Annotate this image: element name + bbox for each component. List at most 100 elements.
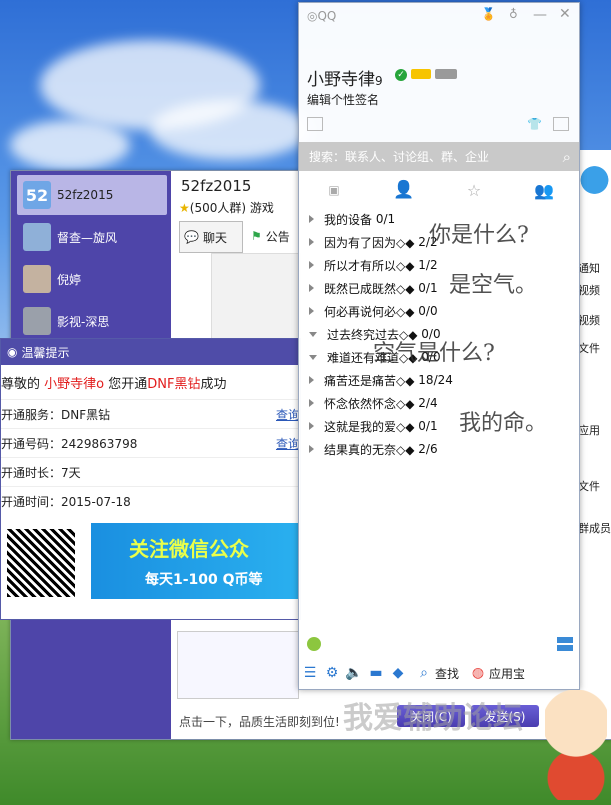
avatar: 52 (23, 181, 51, 209)
star-icon: ☆ (466, 180, 482, 200)
group-title: 52fz2015 (181, 177, 252, 195)
tab-groups[interactable]: 👥 (509, 175, 579, 205)
minimize-icon[interactable]: — (533, 7, 547, 23)
notice-thumbnail (177, 631, 299, 699)
person-icon: 👤 (393, 180, 415, 200)
message-icon: ▣ (328, 183, 340, 197)
tab-chat[interactable]: 💬 聊天 (179, 221, 243, 253)
chevron-right-icon (309, 445, 314, 453)
find-button[interactable]: 查找 (435, 665, 459, 682)
strip-item[interactable]: 应用 (578, 422, 600, 438)
app-store-button[interactable]: 应用宝 (489, 665, 525, 682)
vip-icon (435, 69, 457, 79)
query-link[interactable]: 查询 (276, 435, 300, 452)
strip-item[interactable]: 通知 (578, 260, 600, 276)
space-icon[interactable] (307, 117, 323, 131)
handwriting-text: 我的命。 (459, 411, 548, 436)
strip-item[interactable]: 视频 (578, 312, 600, 328)
settings-gear-icon[interactable]: ⚙ (321, 663, 343, 683)
app-grid-icon[interactable] (557, 635, 573, 651)
skin-icon[interactable]: ♁ (509, 7, 518, 21)
avatar (23, 265, 51, 293)
chevron-right-icon (309, 399, 314, 407)
chevron-right-icon (309, 261, 314, 269)
chat-right-strip: 通知 视频 视频 文件 应用 文件 群成员 (578, 150, 611, 670)
chevron-right-icon (309, 307, 314, 315)
notice-title: 温馨提示 (21, 345, 70, 360)
strip-item[interactable]: 文件 (578, 340, 600, 356)
contact-item[interactable]: 倪婷 (17, 259, 167, 299)
contact-group[interactable]: 这就是我的爱◇◆ 0/1 (309, 416, 438, 436)
group-info: ★(500人群) 游戏 (179, 201, 274, 215)
notice-greeting: 尊敬的 小野寺律o 您开通DNF黑钻成功 (1, 377, 227, 392)
query-link[interactable]: 查询 (276, 406, 300, 423)
contact-name: 督查—旋风 (57, 230, 118, 245)
search-icon: ⌕ (562, 147, 571, 166)
notice-row: 开通服务：DNF黑钻 查询 (1, 399, 300, 428)
chevron-right-icon (309, 215, 314, 223)
notice-row: 开通时间：2015-07-18 (1, 486, 300, 515)
chevron-right-icon (309, 238, 314, 246)
contact-group[interactable]: 怀念依然怀念◇◆ 2/4 (309, 393, 438, 413)
chevron-down-icon (309, 354, 317, 360)
contact-name: 影视-深思 (57, 314, 110, 329)
menu-icon[interactable]: ☰ (299, 663, 321, 683)
strip-item[interactable]: 群成员 (578, 520, 611, 536)
handwriting-text: 你是什么? (429, 223, 529, 248)
app-store-icon[interactable]: ◍ (467, 663, 489, 683)
online-status-icon[interactable]: ✓ (395, 69, 407, 81)
strip-item[interactable]: 视频 (578, 282, 600, 298)
star-icon: ★ (179, 201, 190, 215)
group-icon: 👥 (534, 180, 554, 200)
bookmark-icon[interactable]: ◆ (387, 663, 409, 683)
notice-row: 开通号码：2429863798 查询 (1, 428, 300, 457)
cloud (150, 100, 310, 160)
folder-icon[interactable]: ▬ (365, 663, 387, 683)
close-icon[interactable]: ✕ (559, 6, 571, 22)
qq-penguin-icon: ◉ (7, 345, 18, 359)
find-icon[interactable]: ⌕ (413, 663, 435, 683)
tab-favorites[interactable]: ☆ (439, 175, 509, 205)
nickname[interactable]: 小野寺律9 (307, 65, 383, 90)
contact-group[interactable]: 结果真的无奈◇◆ 2/6 (309, 439, 438, 459)
chevron-down-icon (309, 331, 317, 337)
meme-image (211, 253, 301, 341)
bottom-hint: 点击一下，品质生活即刻到位! (179, 715, 340, 729)
watermark: 我爱辅助论坛 (343, 701, 523, 736)
bottom-toolbar: ☰ ⚙ 🔈 ▬ ◆ ⌕ 查找 ◍ 应用宝 (299, 658, 579, 688)
weather-icon[interactable] (307, 637, 321, 651)
chevron-right-icon (309, 376, 314, 384)
strip-item[interactable]: 文件 (578, 478, 600, 494)
tab-messages[interactable]: ▣ (299, 175, 369, 205)
signature[interactable]: 编辑个性签名 (307, 91, 379, 108)
contact-item[interactable]: 影视-深思 (17, 301, 167, 341)
avatar (23, 223, 51, 251)
search-input[interactable]: 搜索：联系人、讨论组、群、企业 (309, 148, 489, 165)
mail-icon[interactable] (553, 117, 569, 131)
contact-name: 52fz2015 (57, 188, 114, 202)
speaker-icon[interactable]: 🔈 (343, 663, 365, 683)
tab-contacts[interactable]: 👤 (369, 175, 439, 205)
handwriting-text: 空气是什么? (373, 341, 495, 366)
contact-group[interactable]: 我的设备 0/1 (309, 209, 395, 229)
chevron-right-icon (309, 422, 314, 430)
contact-group[interactable]: 何必再说何必◇◆ 0/0 (309, 301, 438, 321)
shirt-icon[interactable]: 👕 (527, 117, 542, 131)
level-icon (411, 69, 431, 79)
contact-group[interactable]: 因为有了因为◇◆ 2/2 (309, 232, 438, 252)
bird-logo-icon (578, 150, 611, 210)
notice-popup: ◉ 温馨提示 尊敬的 小野寺律o 您开通DNF黑钻成功 开通服务：DNF黑钻 查询… (0, 338, 301, 620)
medal-icon[interactable]: 🏅 (481, 7, 496, 21)
flag-icon: ⚑ (251, 229, 262, 243)
contact-group[interactable]: 所以才有所以◇◆ 1/2 (309, 255, 438, 275)
qq-logo-icon: ◎QQ (307, 9, 337, 23)
contact-group[interactable]: 既然已成既然◇◆ 0/1 (309, 278, 438, 298)
search-bar[interactable]: 搜索：联系人、讨论组、群、企业 ⌕ (299, 142, 579, 171)
handwriting-text: 是空气。 (449, 273, 538, 298)
contact-group[interactable]: 痛苦还是痛苦◇◆ 18/24 (309, 370, 453, 390)
contact-item[interactable]: 督查—旋风 (17, 217, 167, 257)
contact-item[interactable]: 52 52fz2015 (17, 175, 167, 215)
avatar (23, 307, 51, 335)
wechat-banner[interactable]: 关注微信公众 每天1-100 Q币等 (91, 523, 300, 599)
qq-main-panel: ◎QQ 🏅 ♁ — ✕ 小野寺律9 ✓ 编辑个性签名 👕 搜索：联系人、讨论组、… (298, 2, 580, 690)
